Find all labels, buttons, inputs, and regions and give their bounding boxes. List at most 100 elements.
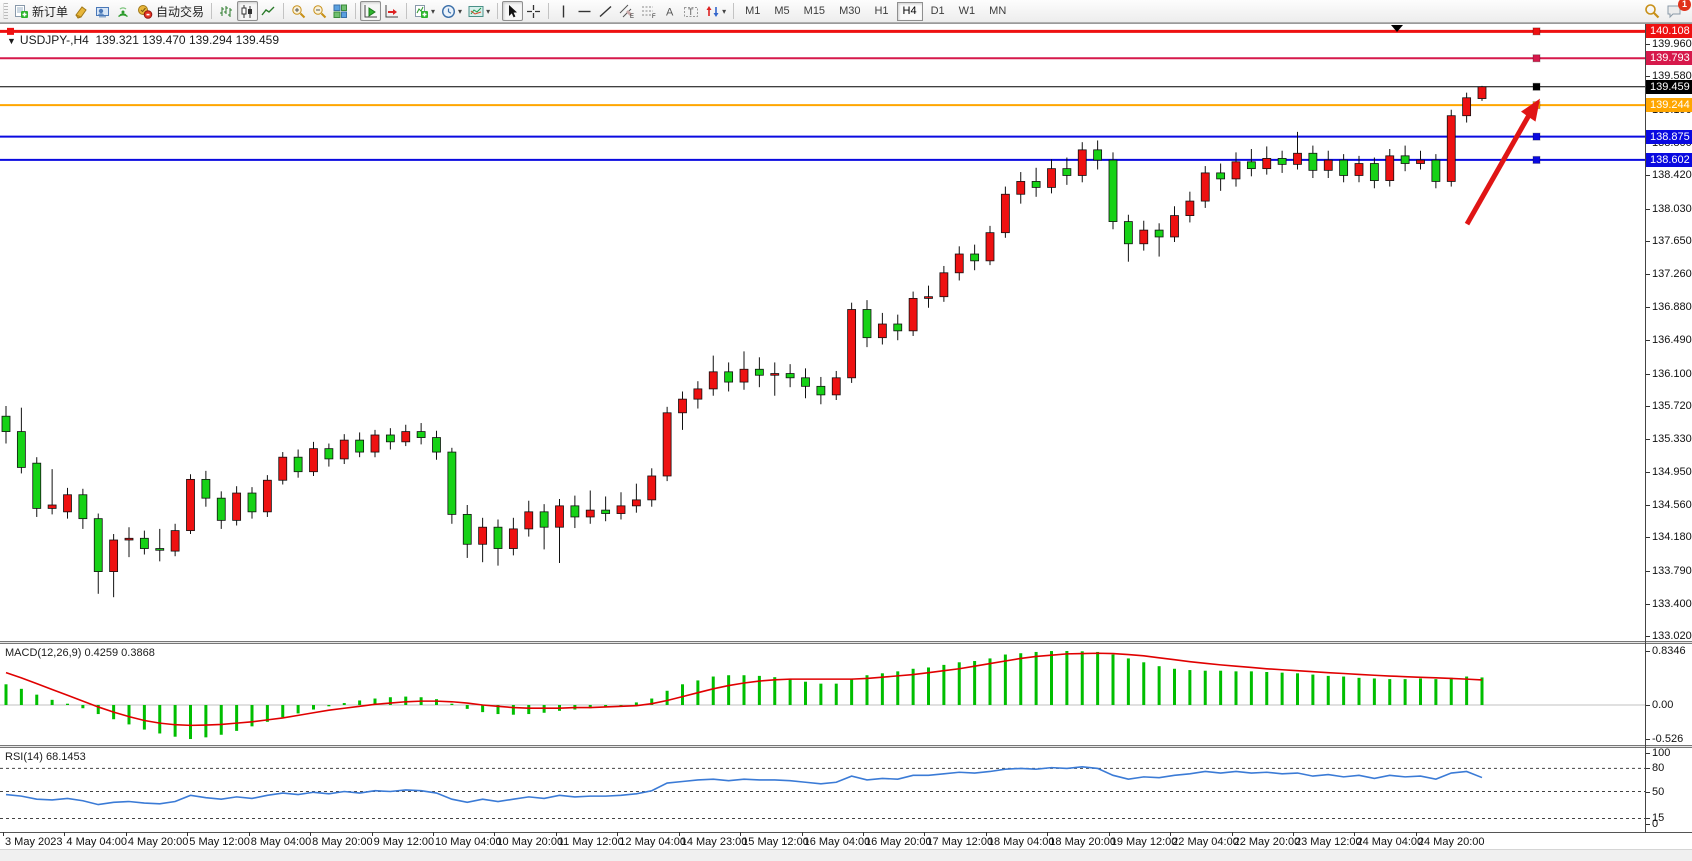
line-chart-button[interactable] [258, 1, 279, 21]
axis-tick-label: 134.950 [1652, 466, 1692, 478]
arrow-objects-button[interactable]: ▾ [702, 1, 729, 21]
zoom-in-button[interactable] [288, 1, 309, 21]
axis-tick [1646, 472, 1650, 473]
time-tick [1047, 832, 1048, 836]
time-tick [740, 832, 741, 836]
axis-tick-label: 136.490 [1652, 334, 1692, 346]
time-tick [494, 832, 495, 836]
level-handle [1533, 28, 1540, 35]
axis-tick-label: 138.030 [1652, 203, 1692, 215]
axis-tick-label: 133.790 [1652, 565, 1692, 577]
templates-button[interactable]: ▾ [465, 1, 493, 21]
time-tick-label: 17 May 12:00 [926, 836, 993, 848]
cursor-button[interactable] [502, 1, 523, 21]
vertical-line-button[interactable] [553, 1, 574, 21]
styler-button[interactable] [71, 1, 92, 21]
axis-tick-label: 134.180 [1652, 531, 1692, 543]
macd-pane[interactable] [0, 644, 1646, 745]
trend-arrow-annotation [1467, 99, 1540, 224]
zoom-out-button[interactable] [309, 1, 330, 21]
templates-icon [468, 4, 484, 19]
time-tick-label: 4 May 20:00 [128, 836, 189, 848]
time-axis[interactable]: 3 May 20234 May 04:004 May 20:005 May 12… [0, 834, 1692, 849]
bar-chart-icon [219, 4, 234, 19]
symbol-dropdown-icon[interactable]: ▼ [7, 36, 16, 46]
autotrading-button[interactable]: 自动交易 [134, 1, 207, 21]
vertical-line-icon [556, 4, 571, 19]
time-tick [1416, 832, 1417, 836]
macd-axis[interactable]: 0.83460.00-0.526 [1646, 644, 1692, 745]
axis-tick [1646, 651, 1650, 652]
price-axis[interactable]: 139.960139.580139.190138.800138.420138.0… [1646, 24, 1692, 641]
rsi-pane[interactable] [0, 748, 1646, 832]
axis-tick-label: 136.100 [1652, 368, 1692, 380]
axis-tick [1646, 406, 1650, 407]
indicators-button[interactable]: ▾ [411, 1, 438, 21]
zoom-out-icon [312, 4, 327, 19]
tf-button-D1[interactable]: D1 [925, 2, 951, 21]
tf-button-H1[interactable]: H1 [868, 2, 894, 21]
crosshair-icon [526, 4, 541, 19]
chart-shift-button[interactable] [381, 1, 402, 21]
search-icon [1644, 3, 1660, 19]
axis-tick-label: 133.400 [1652, 598, 1692, 610]
tf-button-W1[interactable]: W1 [953, 2, 982, 21]
axis-tick [1646, 739, 1650, 740]
axis-tick-label: 80 [1652, 762, 1664, 774]
toolbar-grip[interactable] [3, 3, 8, 19]
auto-scroll-button[interactable] [360, 1, 381, 21]
svg-text:T: T [688, 7, 694, 17]
time-tick [1170, 832, 1171, 836]
tile-windows-button[interactable] [330, 1, 351, 21]
crosshair-button[interactable] [523, 1, 544, 21]
autotrading-label: 自动交易 [156, 3, 204, 20]
rsi-axis[interactable]: 1008050150 [1646, 748, 1692, 832]
text-button[interactable]: A [660, 1, 680, 21]
candlestick-chart-button[interactable] [237, 1, 258, 21]
notification-badge: 1 [1678, 0, 1691, 11]
tf-button-H4[interactable]: H4 [897, 2, 923, 21]
rsi-value: 68.1453 [46, 751, 86, 763]
time-tick-label: 9 May 12:00 [374, 836, 435, 848]
time-tick-label: 12 May 04:00 [619, 836, 686, 848]
time-tick [433, 832, 434, 836]
chevron-down-icon: ▾ [458, 7, 462, 16]
axis-tick [1646, 792, 1650, 793]
tf-button-M30[interactable]: M30 [833, 2, 866, 21]
trendline-button[interactable] [595, 1, 616, 21]
strategy-tester-icon [95, 4, 110, 19]
toolbar-separator [211, 3, 212, 19]
styler-icon [74, 4, 89, 19]
axis-tick [1646, 76, 1650, 77]
toolbar-separator [406, 3, 407, 19]
horizontal-line-button[interactable] [574, 1, 595, 21]
text-label-button[interactable]: T [680, 1, 702, 21]
axis-tick [1646, 505, 1650, 506]
window-bottom-strip [0, 849, 1692, 861]
tf-button-MN[interactable]: MN [983, 2, 1012, 21]
tf-button-M15[interactable]: M15 [798, 2, 831, 21]
axis-tick-label: 0.00 [1652, 699, 1673, 711]
axis-tick [1646, 705, 1650, 706]
main-price-chart[interactable] [0, 24, 1646, 641]
bar-chart-button[interactable] [216, 1, 237, 21]
axis-tick [1646, 439, 1650, 440]
chat-button[interactable]: 1 [1663, 1, 1686, 21]
new-order-button[interactable]: 新订单 [11, 1, 71, 21]
text-label-icon: T [683, 4, 699, 19]
time-tick-label: 14 May 23:00 [681, 836, 748, 848]
signals-button[interactable] [113, 1, 134, 21]
level-price-label: 140.108 [1646, 24, 1692, 38]
fibonacci-button[interactable]: F [638, 1, 660, 21]
chevron-down-icon: ▾ [486, 7, 490, 16]
new-order-label: 新订单 [32, 3, 68, 20]
equidistant-channel-button[interactable]: E [616, 1, 638, 21]
search-button[interactable] [1641, 1, 1663, 21]
macd-histogram [5, 651, 1484, 739]
strategy-tester-button[interactable] [92, 1, 113, 21]
toolbar-separator [283, 3, 284, 19]
periods-button[interactable]: ▾ [438, 1, 465, 21]
tf-button-M1[interactable]: M1 [739, 2, 766, 21]
tf-button-M5[interactable]: M5 [768, 2, 795, 21]
time-tick-label: 15 May 12:00 [742, 836, 809, 848]
